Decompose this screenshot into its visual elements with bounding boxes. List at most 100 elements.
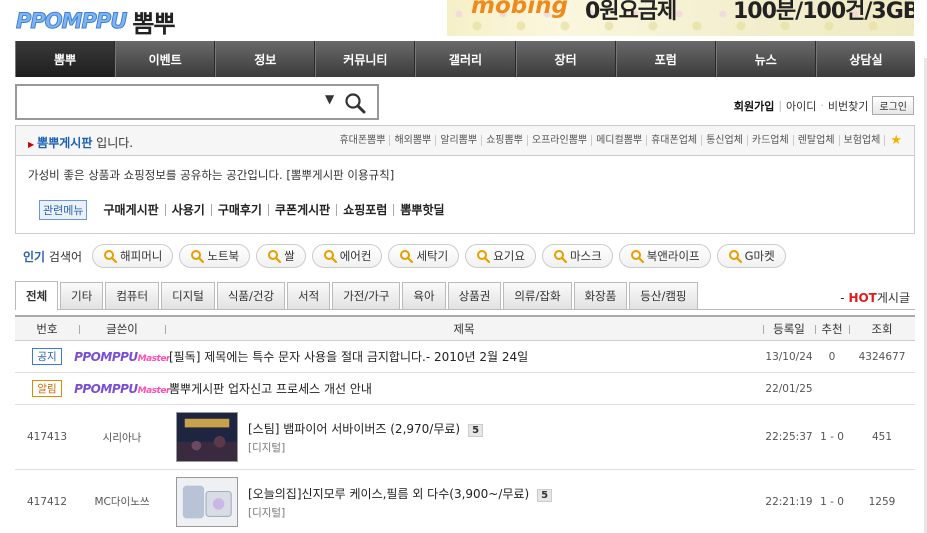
post-date: 13/10/24 [765, 350, 813, 363]
find-password-link[interactable]: 비번찾기 [828, 98, 868, 114]
post-time: 22:25:37 [765, 431, 813, 443]
nav-item-event[interactable]: 이벤트 [115, 41, 216, 77]
category-link[interactable]: 쇼핑뽐뿌 [482, 135, 528, 146]
related-link-purchase-review[interactable]: 구매후기 [212, 204, 269, 216]
nav-item-info[interactable]: 정보 [215, 41, 316, 77]
board-title: ▶ 뽐뿌게시판 입니다. [28, 134, 133, 151]
keyword-text: 마스크 [569, 249, 602, 263]
post-number: 417412 [26, 495, 68, 508]
hot-label: HOT [848, 291, 877, 305]
table-row[interactable]: 공지 PPOMPPUMaster [필독] 제목에는 특수 문자 사용을 절대 … [15, 341, 915, 373]
tab-childcare[interactable]: 육아 [402, 282, 446, 309]
post-number: 417413 [26, 431, 68, 443]
post-thumbnail[interactable] [176, 412, 238, 462]
tab-food-health[interactable]: 식품/건강 [216, 282, 286, 309]
keyword-chip[interactable]: 마스크 [541, 244, 613, 268]
nav-item-counsel[interactable]: 상담실 [815, 41, 915, 77]
search-icon [728, 250, 742, 263]
board-title-suffix: 입니다. [92, 136, 134, 150]
nav-item-community[interactable]: 커뮤니티 [315, 41, 416, 77]
category-link[interactable]: 카드업체 [748, 135, 794, 146]
keyword-chip[interactable]: G마켓 [716, 244, 786, 268]
join-link[interactable]: 회원가입 [734, 98, 774, 114]
nav-item-gallery[interactable]: 갤러리 [415, 41, 516, 77]
arrow-right-icon: ▶ [28, 140, 35, 149]
related-link-review[interactable]: 사용기 [166, 204, 212, 216]
ad-banner[interactable]: mobing 0원요금제 100분/100건/3GB [447, 0, 914, 36]
post-title-wrap[interactable]: [스팀] 뱀파이어 서바이버즈 (2,970/무료) 5 [248, 420, 484, 437]
search-box: ▼ [15, 84, 379, 120]
related-link-hotdeal[interactable]: 뽐뿌핫딜 [394, 204, 450, 216]
post-thumbnail[interactable] [176, 477, 238, 527]
category-tabs: 전체 기타 컴퓨터 디지털 식품/건강 서적 가전/가구 육아 상품권 의류/잡… [15, 281, 915, 310]
related-link-coupon[interactable]: 쿠폰게시판 [269, 204, 338, 216]
category-link[interactable]: 휴대폰뽐뿌 [335, 135, 391, 146]
related-link-shopping-forum[interactable]: 쇼핑포럼 [337, 204, 395, 216]
tab-all[interactable]: 전체 [15, 281, 59, 310]
tab-cosmetics[interactable]: 화장품 [573, 282, 628, 309]
post-recommend: 0 [828, 350, 836, 363]
post-recommend [815, 373, 849, 404]
tab-digital[interactable]: 디지털 [161, 282, 215, 309]
board-category-links: 휴대폰뽐뿌 해외뽐뿌 알리뽐뿌 쇼핑뽐뿌 오프라인뽐뿌 메디컬뽐뿌 휴대폰업체 … [335, 134, 902, 147]
keyword-chip[interactable]: 에어컨 [311, 244, 383, 268]
search-dropdown-icon[interactable]: ▼ [325, 92, 334, 106]
nav-item-news[interactable]: 뉴스 [715, 41, 816, 77]
tab-clothing[interactable]: 의류/잡화 [503, 282, 572, 309]
related-link-purchase[interactable]: 구매게시판 [97, 204, 166, 216]
popular-label-rest: 검색어 [45, 249, 83, 264]
keyword-chip[interactable]: 세탁기 [388, 244, 460, 268]
category-link[interactable]: 보험업체 [840, 135, 886, 146]
search-icon [630, 250, 644, 263]
keyword-chip[interactable]: 해피머니 [92, 244, 174, 268]
post-author[interactable]: MC다이노쓰 [79, 470, 165, 533]
category-link[interactable]: 알리뽐뿌 [436, 135, 483, 146]
tab-appliance-furniture[interactable]: 가전/가구 [332, 282, 401, 309]
ad-brand: mobing [471, 0, 568, 19]
search-icon[interactable] [344, 92, 366, 114]
master-logo-sub: Master [137, 353, 171, 364]
search-input[interactable] [21, 90, 321, 114]
table-row[interactable]: 알림 PPOMPPUMaster 뽐뿌게시판 업자신고 프로세스 개선 안내 2… [15, 373, 915, 405]
keyword-chip[interactable]: 요기요 [465, 244, 536, 268]
hot-posts-link[interactable]: - HOT게시글 [840, 289, 910, 306]
tab-giftcard[interactable]: 상품권 [447, 282, 502, 309]
site-logo[interactable]: PPOMPPU 뽐뿌 [15, 6, 175, 38]
login-button[interactable]: 로그인 [872, 96, 914, 115]
table-row[interactable]: 417413 시리아나 [스팀] 뱀파이어 서바이버즈 (2,970/무료) 5 … [15, 405, 915, 470]
master-logo: PPOMPPUMaster [74, 382, 170, 396]
table-row[interactable]: 417412 MC다이노쓰 [오늘의집]신지모루 케이스,필름 외 다수(3,9… [15, 470, 915, 533]
category-link[interactable]: 렌탈업체 [794, 135, 840, 146]
keyword-chip[interactable]: 북앤라이프 [618, 244, 711, 268]
category-link[interactable]: 통신업체 [702, 135, 748, 146]
favorite-star-icon[interactable]: ★ [890, 134, 902, 147]
category-link[interactable]: 메디컬뽐뿌 [592, 135, 648, 146]
category-link[interactable]: 휴대폰업체 [647, 135, 703, 146]
nav-item-forum[interactable]: 포럼 [615, 41, 716, 77]
keyword-chip[interactable]: 노트북 [179, 244, 251, 268]
post-recommend: 1 - 0 [820, 495, 844, 508]
popular-label-highlight: 인기 [23, 249, 46, 264]
category-link[interactable]: 해외뽐뿌 [390, 135, 437, 146]
tab-hiking-camping[interactable]: 등산/캠핑 [629, 282, 698, 309]
header-title: 제목 [165, 317, 763, 340]
popular-keywords-label: 인기 검색어 [23, 248, 82, 265]
nav-item-market[interactable]: 장터 [515, 41, 616, 77]
search-icon [104, 250, 118, 263]
master-logo-text: PPOMPPU [74, 381, 138, 396]
tab-books[interactable]: 서적 [287, 282, 331, 309]
keyword-chip[interactable]: 쌀 [256, 244, 306, 268]
board-name[interactable]: 뽐뿌게시판 [37, 136, 92, 150]
nav-item-ppomppu[interactable]: 뽐뿌 [15, 41, 116, 77]
post-recommend: 1 - 0 [820, 431, 844, 443]
post-views: 1259 [868, 495, 896, 508]
category-link[interactable]: 오프라인뽐뿌 [528, 135, 593, 146]
post-title[interactable]: 뽐뿌게시판 업자신고 프로세스 개선 안내 [169, 380, 372, 397]
tab-etc[interactable]: 기타 [60, 282, 104, 309]
search-icon [268, 250, 282, 263]
tab-computer[interactable]: 컴퓨터 [105, 282, 160, 309]
post-title-wrap[interactable]: [오늘의집]신지모루 케이스,필름 외 다수(3,900~/무료) 5 [248, 485, 553, 502]
post-title[interactable]: [필독] 제목에는 특수 문자 사용을 절대 금지합니다.- 2010년 2월 … [169, 348, 528, 365]
post-author[interactable]: 시리아나 [79, 405, 165, 469]
find-id-link[interactable]: 아이디 [786, 98, 816, 114]
